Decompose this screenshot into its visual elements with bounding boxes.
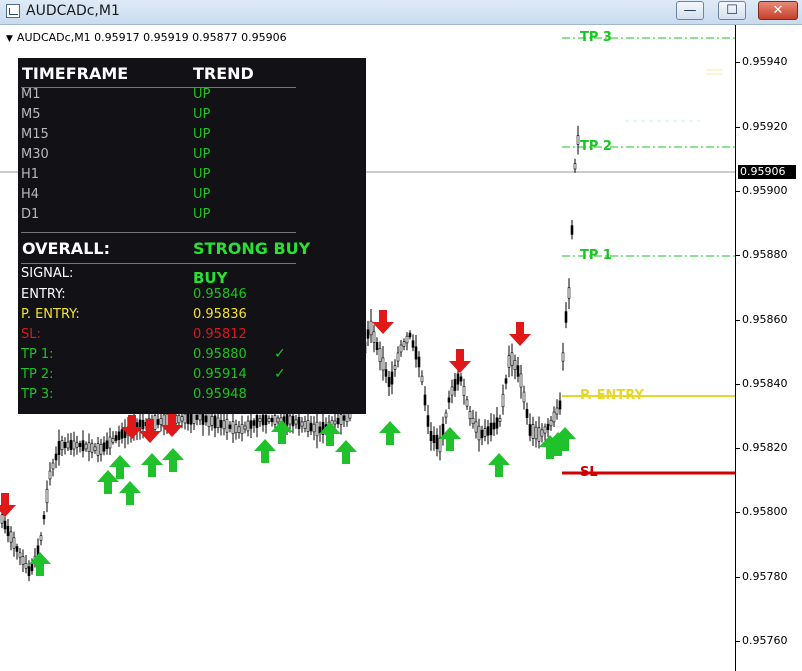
- price-axis-label: 0.95880: [742, 248, 788, 261]
- tp2-check-icon: ✓: [274, 366, 286, 382]
- price-axis-label: 0.95760: [742, 634, 788, 647]
- timeframe-label: M5: [21, 107, 41, 122]
- entry-value: 0.95846: [193, 287, 247, 302]
- trend-panel: TIMEFRAME TREND M1 UP M5 UP M15 UP M30 U…: [18, 58, 366, 414]
- p-entry-label: P. ENTRY:: [21, 307, 80, 322]
- timeframe-label: H1: [21, 167, 40, 182]
- axis-tick: [736, 448, 740, 449]
- tp1-label: TP 1:: [21, 347, 54, 362]
- price-axis-label: 0.95840: [742, 377, 788, 390]
- timeframe-label: D1: [21, 207, 40, 222]
- timeframe-label: M30: [21, 147, 49, 162]
- signal-label: SIGNAL:: [21, 266, 74, 281]
- trend-value: UP: [193, 87, 211, 102]
- sl-value: 0.95812: [193, 327, 247, 342]
- timeframe-header: TIMEFRAME: [22, 64, 129, 83]
- axis-tick: [736, 384, 740, 385]
- tp2-value: 0.95914: [193, 367, 247, 382]
- trend-value: UP: [193, 107, 211, 122]
- tp2-label: TP 2:: [21, 367, 54, 382]
- window-title: AUDCADc,M1: [26, 3, 120, 19]
- overall-label: OVERALL:: [22, 239, 110, 258]
- divider: [21, 232, 296, 233]
- signal-value: BUY: [193, 269, 228, 287]
- price-axis-label: 0.95920: [742, 120, 788, 133]
- trend-value: UP: [193, 147, 211, 162]
- window-titlebar[interactable]: AUDCADc,M1 — ☐ ✕: [0, 0, 802, 25]
- sl-label: SL:: [21, 327, 41, 342]
- entry-label: ENTRY:: [21, 287, 66, 302]
- axis-tick: [736, 512, 740, 513]
- maximize-button[interactable]: ☐: [718, 1, 746, 20]
- price-axis-label: 0.95800: [742, 505, 788, 518]
- trend-value: UP: [193, 127, 211, 142]
- price-axis-label: 0.95780: [742, 570, 788, 583]
- tp1-check-icon: ✓: [274, 346, 286, 362]
- price-axis-label: 0.95900: [742, 184, 788, 197]
- overall-value: STRONG BUY: [193, 239, 311, 258]
- price-axis-label: 0.95820: [742, 441, 788, 454]
- axis-tick: [736, 577, 740, 578]
- axis-tick: [736, 62, 740, 63]
- trend-value: UP: [193, 187, 211, 202]
- axis-tick: [736, 255, 740, 256]
- price-axis-label: 0.95940: [742, 55, 788, 68]
- trend-value: UP: [193, 207, 211, 222]
- timeframe-label: M15: [21, 127, 49, 142]
- axis-tick: [736, 320, 740, 321]
- axis-tick: [736, 191, 740, 192]
- close-button[interactable]: ✕: [758, 1, 798, 20]
- current-price-badge: 0.95906: [738, 165, 796, 179]
- tp3-label: TP 3:: [21, 387, 54, 402]
- trend-header: TREND: [193, 64, 254, 83]
- minimize-button[interactable]: —: [676, 1, 704, 20]
- tp3-value: 0.95948: [193, 387, 247, 402]
- timeframe-label: M1: [21, 87, 41, 102]
- axis-tick: [736, 127, 740, 128]
- trend-value: UP: [193, 167, 211, 182]
- price-axis-label: 0.95860: [742, 313, 788, 326]
- divider: [21, 263, 296, 264]
- p-entry-value: 0.95836: [193, 307, 247, 322]
- tp1-value: 0.95880: [193, 347, 247, 362]
- axis-tick: [736, 641, 740, 642]
- timeframe-label: H4: [21, 187, 40, 202]
- divider: [21, 87, 296, 88]
- chart-window-icon: [6, 4, 20, 18]
